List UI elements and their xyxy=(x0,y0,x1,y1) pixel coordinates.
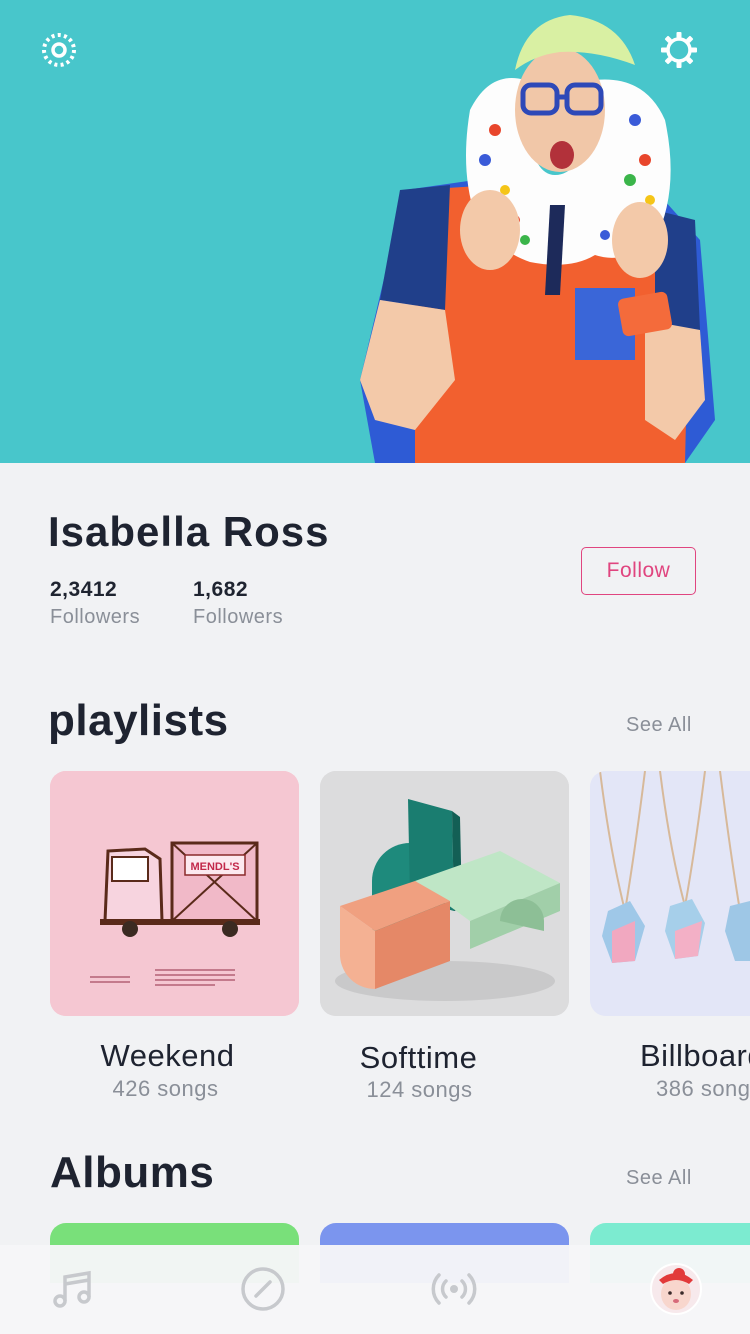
playlists-heading: playlists xyxy=(48,696,229,745)
profile-name: Isabella Ross xyxy=(48,508,330,555)
playlist-title[interactable]: Billboard xyxy=(640,1038,750,1074)
playlist-cover-weekend[interactable]: MENDL'S xyxy=(50,771,299,1016)
tab-bar xyxy=(0,1245,750,1334)
music-note-icon[interactable] xyxy=(43,1259,103,1319)
followers-label: Followers xyxy=(193,606,284,628)
truck-sign-text: MENDL'S xyxy=(190,861,239,873)
followers-count: 2,3412 xyxy=(50,578,118,601)
profile-photo xyxy=(360,15,715,463)
compass-icon[interactable] xyxy=(233,1259,293,1319)
playlist-song-count: 426 songs xyxy=(112,1076,219,1101)
playlist-song-count: 386 songs xyxy=(656,1076,750,1101)
albums-heading: Albums xyxy=(50,1148,215,1197)
playlist-title[interactable]: Softtime xyxy=(294,1040,543,1076)
followers-count: 1,682 xyxy=(193,578,249,601)
playlist-song-count: 124 songs xyxy=(366,1077,473,1102)
followers-stat: 2,3412 Followers xyxy=(50,578,140,629)
avatar[interactable] xyxy=(646,1259,706,1319)
playlists-see-all-link[interactable]: See All xyxy=(626,714,692,737)
albums-see-all-link[interactable]: See All xyxy=(626,1167,692,1190)
broadcast-icon[interactable] xyxy=(424,1259,484,1319)
playlist-title[interactable]: Weekend xyxy=(43,1038,292,1074)
followers-stat: 1,682 Followers xyxy=(193,578,283,629)
playlist-cover-billboard[interactable] xyxy=(590,771,750,1016)
followers-label: Followers xyxy=(50,606,141,628)
playlist-cover-softtime[interactable] xyxy=(320,771,569,1016)
profile-header xyxy=(0,0,750,463)
follow-button[interactable]: Follow xyxy=(581,547,696,595)
record-icon[interactable] xyxy=(37,28,81,72)
